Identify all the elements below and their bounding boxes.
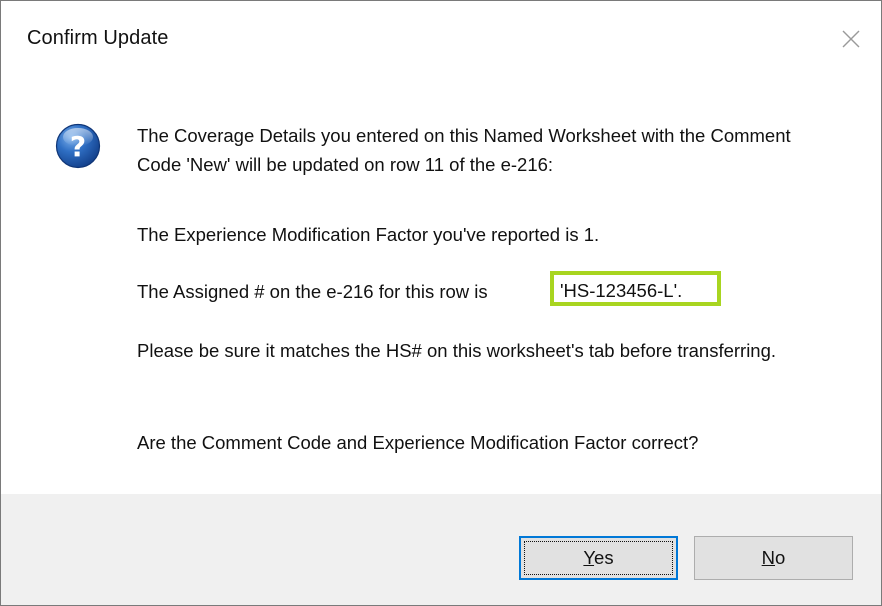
no-button-label: No	[762, 547, 786, 569]
assigned-number-label: The Assigned # on the e-216 for this row…	[137, 281, 488, 302]
message-area: ? The Coverage Details you entered on th…	[1, 83, 881, 494]
no-accelerator: N	[761, 547, 776, 568]
message-experience-factor: The Experience Modification Factor you'v…	[137, 224, 600, 245]
no-button[interactable]: No	[694, 536, 853, 580]
svg-text:?: ?	[70, 130, 86, 163]
question-icon: ?	[55, 123, 101, 169]
button-bar: Yes No	[1, 494, 881, 605]
message-verify-hs: Please be sure it matches the HS# on thi…	[137, 340, 777, 361]
yes-button[interactable]: Yes	[519, 536, 678, 580]
close-button[interactable]	[829, 17, 873, 61]
focus-ring	[524, 541, 673, 575]
confirm-update-dialog: Confirm Update ? The Coverage Details yo…	[0, 0, 882, 606]
message-question: Are the Comment Code and Experience Modi…	[137, 432, 699, 453]
assigned-number-highlight: 'HS-123456-L'.	[550, 271, 721, 306]
no-label-rest: o	[775, 547, 786, 568]
dialog-title: Confirm Update	[27, 27, 169, 49]
close-icon	[842, 30, 860, 48]
message-coverage-details: The Coverage Details you entered on this…	[137, 125, 791, 175]
assigned-number-value: 'HS-123456-L'.	[560, 280, 683, 301]
message-assigned-number: The Assigned # on the e-216 for this row…	[137, 277, 837, 306]
title-bar: Confirm Update	[1, 1, 881, 83]
